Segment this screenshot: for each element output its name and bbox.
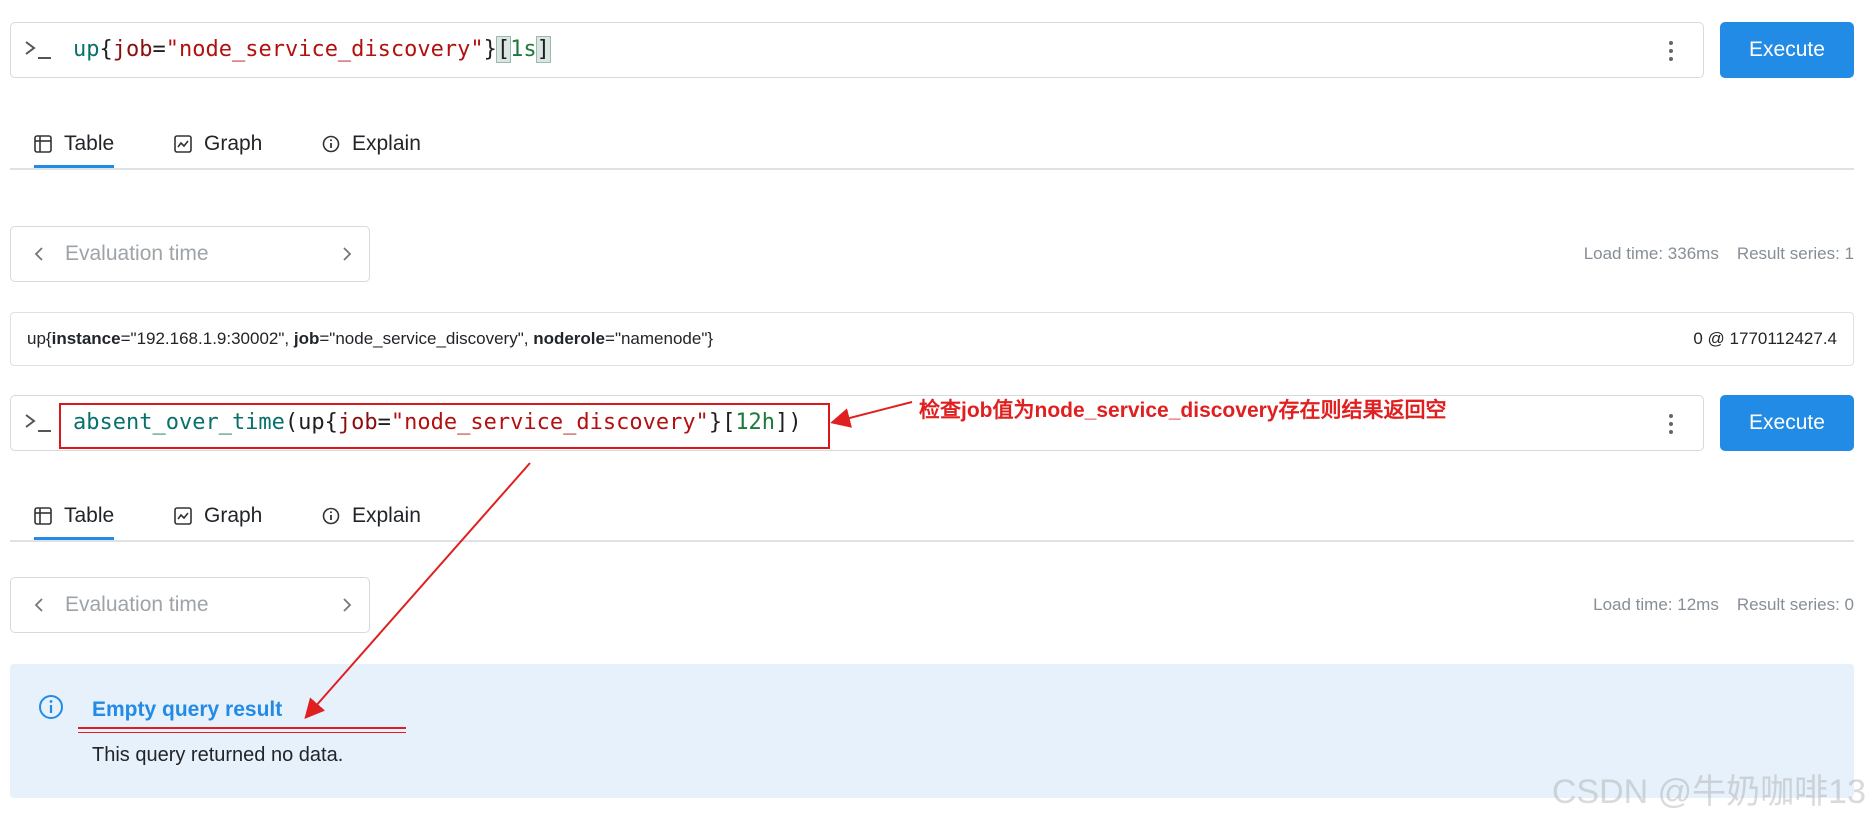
- annotation-arrow-to-result: [304, 462, 531, 720]
- annotation-arrows: [304, 401, 913, 720]
- annotation-arrow-to-query: [830, 401, 913, 428]
- watermark: CSDN @牛奶咖啡13: [1551, 773, 1866, 811]
